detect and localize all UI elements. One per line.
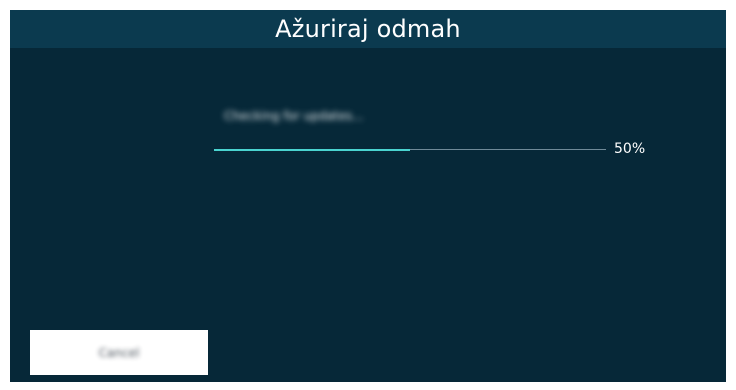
progress-percent: 50% [614,141,646,157]
update-status-text: Checking for updates... [224,109,364,123]
title-bar: Ažuriraj odmah [10,10,726,48]
page-title: Ažuriraj odmah [275,15,461,43]
cancel-button-label: Cancel [98,345,140,360]
update-screen: Ažuriraj odmah Checking for updates... 5… [10,10,726,382]
cancel-button[interactable]: Cancel [30,330,208,375]
progress-bar-fill [214,148,410,151]
progress-bar [214,148,606,151]
